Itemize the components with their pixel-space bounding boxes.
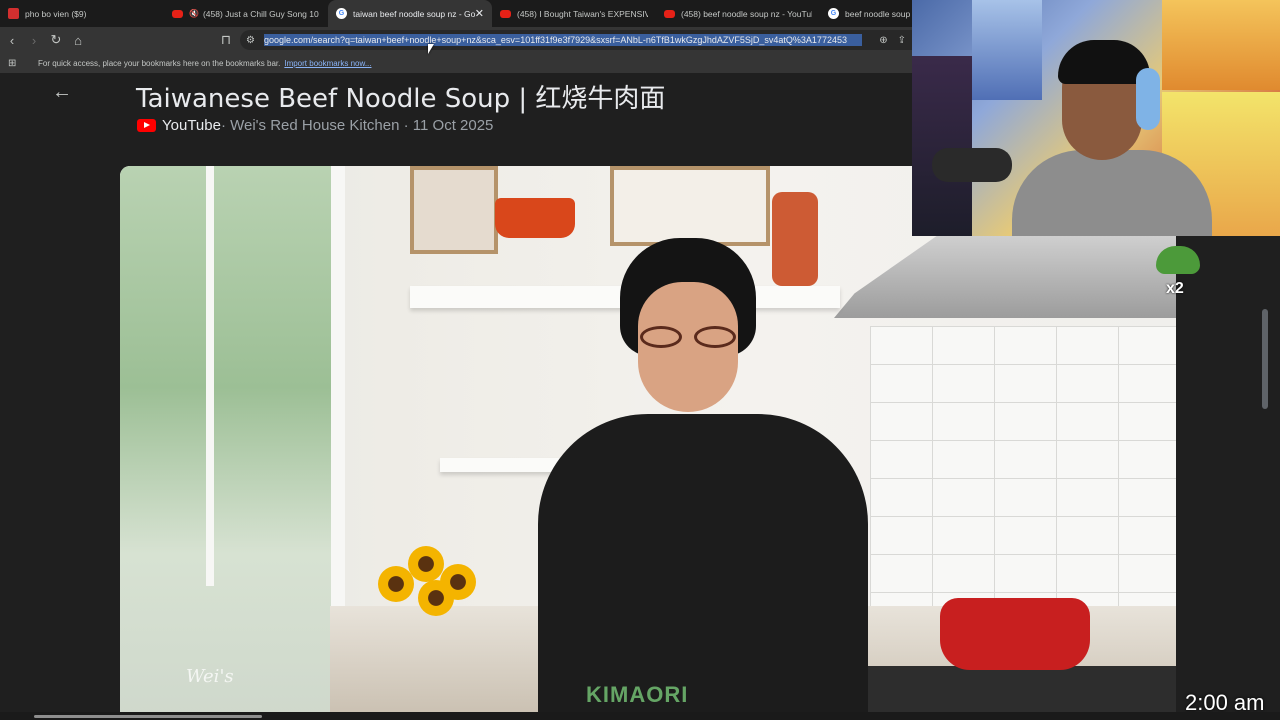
tab-label: pho bo vien ($9): [25, 8, 87, 19]
result-meta: YouTube · Wei's Red House Kitchen · 11 O…: [137, 117, 493, 134]
omnibox-actions: ⊕ ⇪: [879, 35, 906, 46]
stream-overlay-text: KIMAORI: [586, 682, 689, 707]
forward-icon[interactable]: ›: [24, 30, 44, 50]
pepe-emote: x2: [1156, 246, 1200, 297]
tab-label: (458) Just a Chill Guy Song 10 H: [202, 8, 320, 19]
video-window-scene: [120, 166, 345, 720]
video-pan: [495, 198, 575, 238]
bookmark-icon[interactable]: ⊓: [216, 30, 236, 50]
video-watermark: Wei's: [186, 666, 234, 687]
tab-pho-bo-vien[interactable]: pho bo vien ($9): [0, 0, 164, 27]
webcam-overlay: [912, 0, 1280, 236]
video-presenter: [538, 238, 868, 720]
youtube-icon: [500, 9, 511, 18]
emote-count: x2: [1166, 280, 1184, 297]
video-player[interactable]: Wei's KIMAORI: [120, 166, 1176, 720]
tab-chill-guy-song[interactable]: 🔇 (458) Just a Chill Guy Song 10 H: [164, 0, 328, 27]
tab-label: taiwan beef noodle soup nz - Go: [353, 8, 476, 19]
horizontal-scrollbar[interactable]: [0, 712, 1280, 720]
site-info-icon[interactable]: ⚙: [246, 35, 260, 46]
zoom-icon[interactable]: ⊕: [879, 35, 887, 46]
tab-label: beef noodle soup n: [845, 8, 912, 19]
share-icon[interactable]: ⇪: [898, 35, 906, 46]
google-icon: G: [336, 8, 347, 19]
google-icon: G: [828, 8, 839, 19]
mouse-cursor-icon: [428, 44, 434, 54]
video-artwork: [410, 166, 498, 254]
tab-beef-noodle-search[interactable]: G beef noodle soup n: [820, 0, 912, 27]
video-tool-board: [610, 166, 770, 246]
microphone-icon: [932, 148, 1012, 182]
scrollbar-thumb[interactable]: [34, 715, 262, 718]
result-title[interactable]: Taiwanese Beef Noodle Soup | 红烧牛肉面: [136, 78, 665, 115]
apps-grid-icon[interactable]: ⊞: [8, 58, 20, 69]
browser-toolbar: ‹ › ↻ ⌂ ⊓ ⚙ google.com/search?q=taiwan+b…: [0, 27, 912, 53]
tab-label: (458) beef noodle soup nz - YouTube: [681, 8, 812, 19]
result-source[interactable]: YouTube: [162, 117, 221, 134]
video-dutch-oven: [940, 598, 1090, 670]
back-arrow-icon[interactable]: ←: [52, 81, 72, 104]
tab-bought-taiwan-expensivest[interactable]: (458) I Bought Taiwan's EXPENSIVEST: [492, 0, 656, 27]
bookmarks-bar: ⊞ For quick access, place your bookmarks…: [0, 53, 912, 73]
result-channel-date: · Wei's Red House Kitchen · 11 Oct 2025: [220, 117, 494, 134]
headset-icon: [1136, 68, 1160, 130]
page-scrollbar[interactable]: [1262, 309, 1268, 409]
tab-strip: pho bo vien ($9) 🔇 (458) Just a Chill Gu…: [0, 0, 912, 27]
tab-beef-noodle-youtube[interactable]: (458) beef noodle soup nz - YouTube: [656, 0, 820, 27]
tab-taiwan-beef-noodle-search[interactable]: G taiwan beef noodle soup nz - Go ✕: [328, 0, 492, 27]
youtube-logo-icon: [137, 119, 156, 132]
address-bar[interactable]: ⚙ google.com/search?q=taiwan+beef+noodle…: [240, 30, 912, 50]
bookmarks-hint: For quick access, place your bookmarks h…: [38, 58, 281, 68]
video-sunflowers: [378, 536, 498, 616]
youtube-icon: [172, 9, 183, 18]
muted-speaker-icon[interactable]: 🔇: [189, 9, 199, 18]
reload-icon[interactable]: ↻: [46, 30, 66, 50]
tab-label: (458) I Bought Taiwan's EXPENSIVEST: [517, 8, 648, 19]
close-tab-icon[interactable]: ✕: [475, 7, 484, 20]
browser-window: pho bo vien ($9) 🔇 (458) Just a Chill Gu…: [0, 0, 1280, 720]
import-bookmarks-link[interactable]: Import bookmarks now...: [284, 59, 371, 68]
youtube-icon: [664, 9, 675, 18]
home-icon[interactable]: ⌂: [68, 30, 88, 50]
back-icon[interactable]: ‹: [2, 30, 22, 50]
url-text[interactable]: google.com/search?q=taiwan+beef+noodle+s…: [264, 34, 862, 46]
shop-icon: [8, 8, 19, 19]
